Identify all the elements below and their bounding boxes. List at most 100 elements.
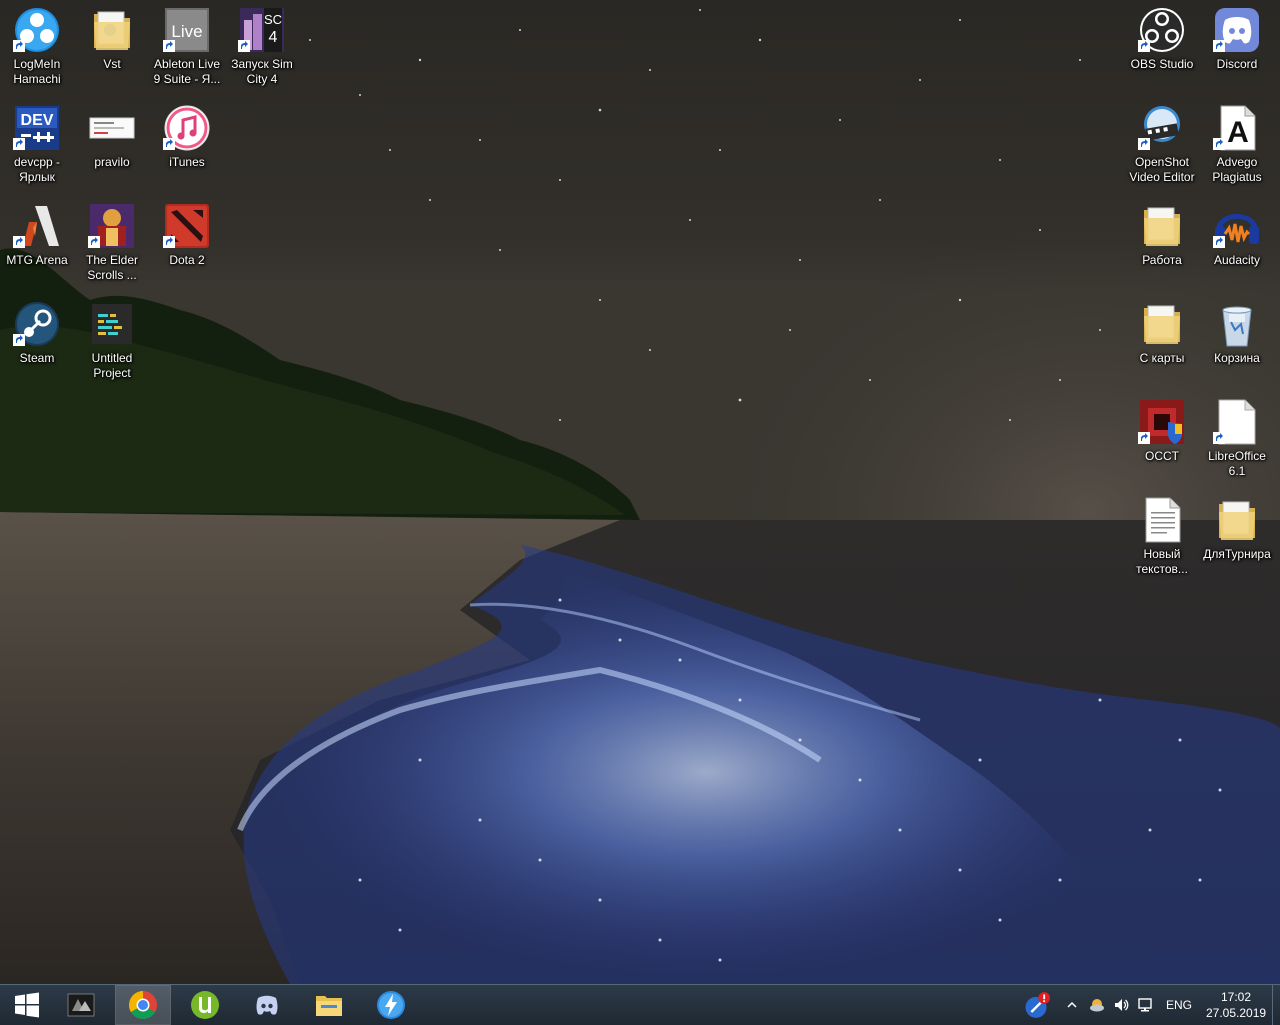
project-file-icon — [88, 300, 136, 348]
taskbar-utorrent[interactable] — [178, 986, 232, 1024]
icon-label: pravilo — [94, 155, 130, 169]
icon-label: The Elder Scrolls ... — [85, 253, 139, 282]
desktop-icon-elder-scrolls[interactable]: The Elder Scrolls ... — [75, 198, 149, 290]
desktop-icon-itunes[interactable]: iTunes — [150, 100, 224, 192]
tray-weather[interactable] — [1086, 985, 1108, 1025]
tray-network[interactable] — [1134, 985, 1156, 1025]
icon-label: ДляТурнира — [1203, 547, 1271, 561]
alert-app-icon — [1025, 992, 1050, 1018]
clock-time: 17:02 — [1221, 990, 1252, 1004]
shortcut-arrow-icon — [13, 40, 25, 52]
lightning-icon — [377, 991, 405, 1019]
desktop-icon-simcity4[interactable]: SC 4 Запуск Sim City 4 — [225, 2, 299, 94]
icon-label: Работа — [1142, 253, 1182, 267]
desktop-icon-pravilo[interactable]: pravilo — [75, 100, 149, 192]
desktop-icon-obs-studio[interactable]: OBS Studio — [1125, 2, 1199, 94]
svg-text:SC: SC — [264, 12, 282, 27]
desktop-icon-openshot[interactable]: OpenShot Video Editor — [1125, 100, 1199, 192]
desktop-icon-steam[interactable]: Steam — [0, 296, 74, 388]
tray-notification-app[interactable] — [1020, 985, 1056, 1025]
desktop-icon-libreoffice[interactable]: LibreOffice 6.1 — [1200, 394, 1274, 486]
icon-label: Untitled Project — [91, 351, 133, 380]
shortcut-arrow-icon — [238, 40, 250, 52]
desktop-icon-audacity[interactable]: Audacity — [1200, 198, 1274, 290]
desktop-icon-logmein-hamachi[interactable]: LogMeIn Hamachi — [0, 2, 74, 94]
shortcut-arrow-icon — [13, 138, 25, 150]
icon-label: Discord — [1216, 57, 1258, 71]
shortcut-arrow-icon — [13, 236, 25, 248]
icon-label: MTG Arena — [6, 253, 68, 267]
taskbar-discord[interactable] — [240, 986, 294, 1024]
nvidia-icon — [67, 993, 95, 1017]
desktop-icon-ableton-live[interactable]: Live Ableton Live 9 Suite - Я... — [150, 2, 224, 94]
tray-volume[interactable] — [1110, 985, 1132, 1025]
icon-label: Новый текстов... — [1136, 547, 1188, 576]
text-file-icon — [1138, 496, 1186, 544]
start-button[interactable] — [0, 986, 54, 1024]
svg-text:Live: Live — [171, 22, 202, 41]
folder-icon — [1138, 300, 1186, 348]
recycle-bin-icon — [1213, 300, 1261, 348]
clock-date: 27.05.2019 — [1206, 1006, 1267, 1020]
taskbar-fast-app[interactable] — [364, 986, 418, 1024]
shortcut-arrow-icon — [163, 138, 175, 150]
desktop[interactable]: LogMeIn Hamachi Vst Live Ableton Live 9 … — [0, 0, 1280, 984]
desktop-icon-untitled-project[interactable]: Untitled Project — [75, 296, 149, 388]
icon-label: Audacity — [1213, 253, 1261, 267]
discord-icon — [256, 995, 278, 1015]
icon-label: OCCT — [1145, 449, 1179, 463]
icon-label: С карты — [1139, 351, 1185, 365]
desktop-icon-dota2[interactable]: Dota 2 — [150, 198, 224, 290]
tray-clock[interactable]: 17:02 27.05.2019 — [1200, 985, 1270, 1025]
taskbar: ENG 17:02 27.05.2019 — [0, 984, 1280, 1025]
tray-language[interactable]: ENG — [1160, 985, 1196, 1025]
desktop-icon-advego-plagiatus[interactable]: A Advego Plagiatus — [1200, 100, 1274, 192]
desktop-icon-mtg-arena[interactable]: MTG Arena — [0, 198, 74, 290]
svg-text:4: 4 — [269, 29, 278, 46]
icon-label: Корзина — [1214, 351, 1260, 365]
icon-label: OBS Studio — [1130, 57, 1194, 71]
shortcut-arrow-icon — [163, 40, 175, 52]
folder-icon — [88, 6, 136, 54]
image-file-icon — [88, 104, 136, 152]
desktop-icon-dlya-turnira[interactable]: ДляТурнира — [1200, 492, 1274, 584]
icon-label: Vst — [103, 57, 121, 71]
utorrent-icon — [191, 991, 219, 1019]
folder-icon — [1138, 202, 1186, 250]
icon-label: devcpp - Ярлык — [13, 155, 61, 184]
shortcut-arrow-icon — [13, 334, 25, 346]
desktop-icon-discord[interactable]: Discord — [1200, 2, 1274, 94]
desktop-icon-new-text-document[interactable]: Новый текстов... — [1125, 492, 1199, 584]
windows-logo-icon — [15, 992, 39, 1018]
desktop-icon-vst[interactable]: Vst — [75, 2, 149, 94]
desktop-icon-recycle-bin[interactable]: Корзина — [1200, 296, 1274, 388]
desktop-icon-occt[interactable]: OCCT — [1125, 394, 1199, 486]
network-icon — [1138, 998, 1152, 1012]
icon-label: Dota 2 — [169, 253, 205, 267]
shortcut-arrow-icon — [88, 236, 100, 248]
taskbar-nvidia[interactable] — [54, 986, 108, 1024]
icon-label: LogMeIn Hamachi — [13, 57, 61, 86]
chrome-icon — [129, 991, 157, 1019]
icon-label: iTunes — [169, 155, 205, 169]
language-indicator: ENG — [1166, 998, 1193, 1012]
file-explorer-icon — [316, 996, 342, 1016]
taskbar-file-explorer[interactable] — [302, 986, 356, 1024]
icon-label: Advego Plagiatus — [1212, 155, 1262, 184]
shortcut-arrow-icon — [1213, 432, 1225, 444]
desktop-icon-devcpp[interactable]: DEV devcpp - Ярлык — [0, 100, 74, 192]
taskbar-chrome[interactable] — [115, 985, 171, 1025]
shortcut-arrow-icon — [1213, 40, 1225, 52]
shortcut-arrow-icon — [1213, 138, 1225, 150]
desktop-icon-s-karty[interactable]: С карты — [1125, 296, 1199, 388]
shortcut-arrow-icon — [1138, 432, 1150, 444]
icon-label: Запуск Sim City 4 — [231, 57, 293, 86]
shortcut-arrow-icon — [1213, 236, 1225, 248]
shortcut-arrow-icon — [163, 236, 175, 248]
icon-label: LibreOffice 6.1 — [1208, 449, 1266, 478]
svg-text:DEV: DEV — [21, 112, 54, 129]
shortcut-arrow-icon — [1138, 40, 1150, 52]
show-desktop-button[interactable] — [1272, 985, 1280, 1025]
tray-show-hidden-icons[interactable] — [1062, 985, 1082, 1025]
desktop-icon-rabota[interactable]: Работа — [1125, 198, 1199, 290]
